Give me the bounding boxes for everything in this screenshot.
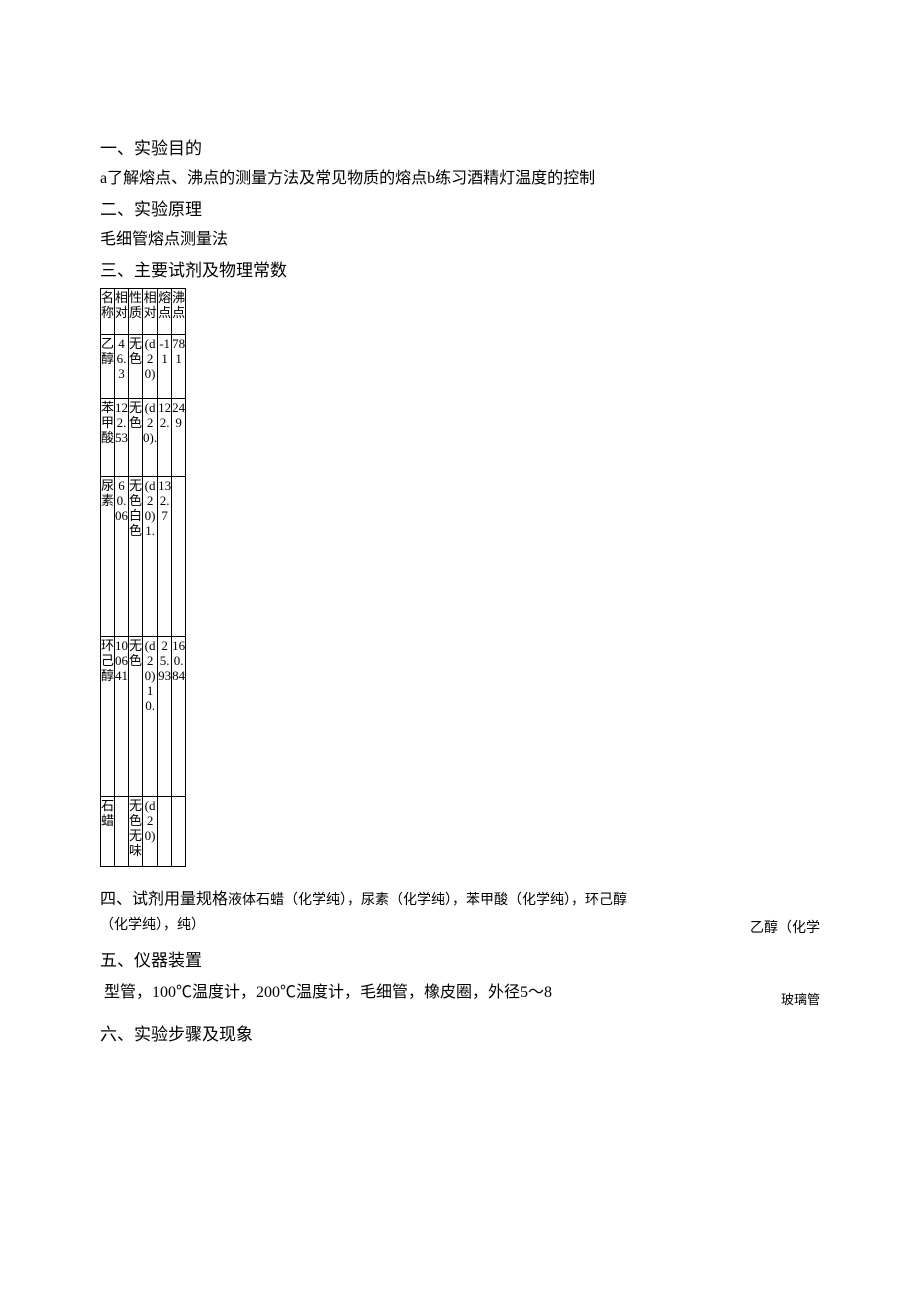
- table-row: 苯甲酸 122.53 无色 (d20). 122. 249: [101, 398, 186, 476]
- table-row: 石蜡 无色无味 (d20): [101, 796, 186, 866]
- table-row: 尿素 60.06 无色白色 (d20)1. 132.7: [101, 476, 186, 636]
- td: 乙醇: [101, 334, 115, 398]
- td: 46.3: [115, 334, 129, 398]
- td: [115, 796, 129, 866]
- sec4-body1: 液体石蜡（化学纯），尿素（化学纯），苯甲酸（化学纯），环己醇: [228, 893, 627, 908]
- th-3: 相对: [143, 288, 158, 334]
- td: (d20): [143, 334, 158, 398]
- td: 122.53: [115, 398, 129, 476]
- reagent-table: 名称 相对 性质 相对 熔点 沸点 乙醇 46.3 无色 (d20) -11 7…: [100, 288, 186, 867]
- table-row: 环己醇 100641 无色 (d20)10. 25.93 160.84: [101, 636, 186, 796]
- sec4-right: 乙醇（化学: [750, 918, 820, 940]
- sec2-body: 毛细管熔点测量法: [100, 227, 820, 253]
- sec2-title: 二、实验原理: [100, 196, 820, 223]
- td: 132.7: [158, 476, 172, 636]
- sec6-title: 六、实验步骤及现象: [100, 1021, 820, 1048]
- td: 122.: [158, 398, 172, 476]
- th-1: 相对: [115, 288, 129, 334]
- td: 无色: [129, 334, 143, 398]
- table-row-head: 名称 相对 性质 相对 熔点 沸点: [101, 288, 186, 334]
- td: 781: [172, 334, 186, 398]
- td: 249: [172, 398, 186, 476]
- sec3-title: 三、主要试剂及物理常数: [100, 257, 820, 284]
- td: 无色无味: [129, 796, 143, 866]
- th-4: 熔点: [158, 288, 172, 334]
- td: 环己醇: [101, 636, 115, 796]
- td: (d20)1.: [143, 476, 158, 636]
- td: 无色: [129, 636, 143, 796]
- td: (d20)10.: [143, 636, 158, 796]
- sec4-line1: 四、试剂用量规格液体石蜡（化学纯），尿素（化学纯），苯甲酸（化学纯），环己醇: [100, 887, 820, 913]
- td: 苯甲酸: [101, 398, 115, 476]
- td: 无色: [129, 398, 143, 476]
- td: (d20): [143, 796, 158, 866]
- sec1-title: 一、实验目的: [100, 135, 820, 162]
- td: 160.84: [172, 636, 186, 796]
- td: 60.06: [115, 476, 129, 636]
- td: 石蜡: [101, 796, 115, 866]
- td: [158, 796, 172, 866]
- td: 100641: [115, 636, 129, 796]
- td: 25.93: [158, 636, 172, 796]
- sec5-title: 五、仪器装置: [100, 947, 820, 974]
- sec1-body: a了解熔点、沸点的测量方法及常见物质的熔点b练习酒精灯温度的控制: [100, 166, 820, 192]
- td: 无色白色: [129, 476, 143, 636]
- td: (d20).: [143, 398, 158, 476]
- table-row: 乙醇 46.3 无色 (d20) -11 781: [101, 334, 186, 398]
- sec4-lead: 四、试剂用量规格: [100, 891, 228, 908]
- td: [172, 476, 186, 636]
- td: [172, 796, 186, 866]
- sec4-body2: （化学纯），纯）: [100, 918, 205, 933]
- td: 尿素: [101, 476, 115, 636]
- sec5-body: 型管，100℃温度计，200℃温度计，毛细管，橡皮圈，外径5〜8: [104, 984, 552, 1001]
- td: -11: [158, 334, 172, 398]
- th-0: 名称: [101, 288, 115, 334]
- th-5: 沸点: [172, 288, 186, 334]
- sec5-right: 玻璃管: [781, 990, 820, 1011]
- th-2: 性质: [129, 288, 143, 334]
